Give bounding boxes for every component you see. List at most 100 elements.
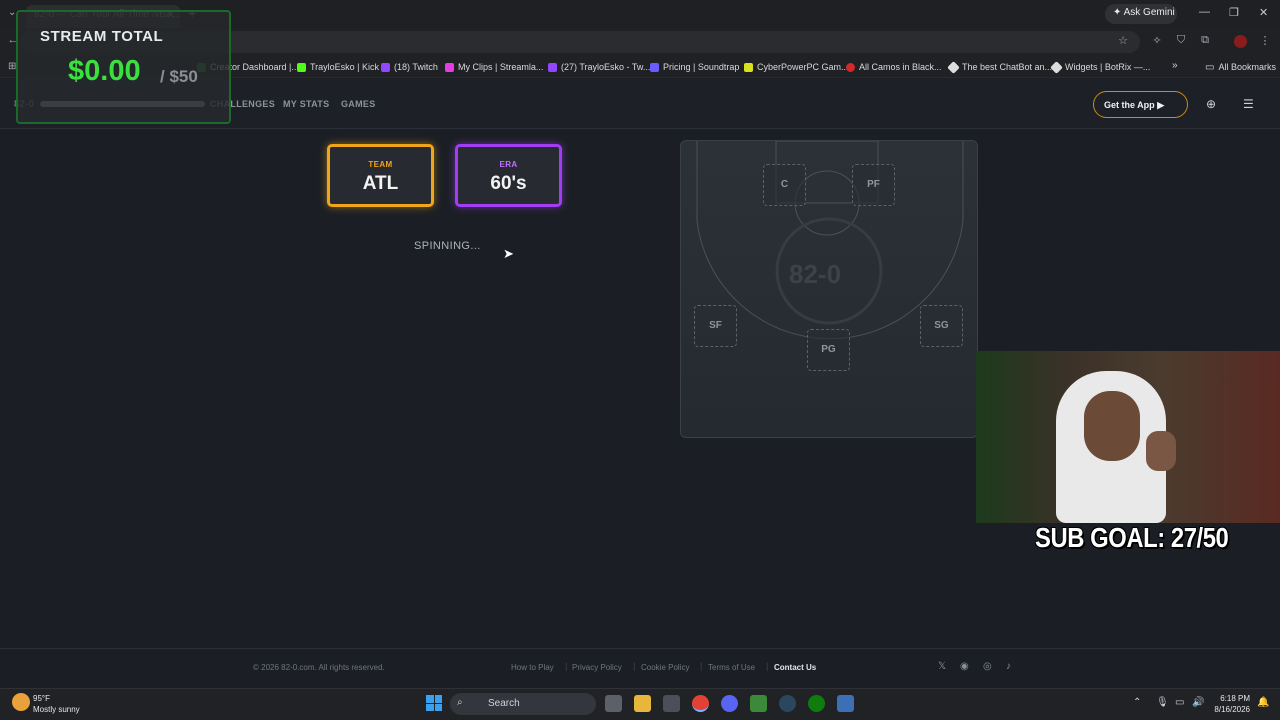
- task-view-icon[interactable]: [605, 695, 622, 712]
- discord-app-icon[interactable]: [721, 695, 738, 712]
- taskbar-time[interactable]: 6:18 PM: [1212, 694, 1250, 703]
- bookmark-item[interactable]: My Clips | Streamla...: [445, 60, 543, 74]
- extension-icon[interactable]: ✧: [1150, 34, 1164, 48]
- notification-bell-icon[interactable]: 🔔: [1257, 697, 1269, 708]
- bookmark-item[interactable]: (18) Twitch: [381, 60, 438, 74]
- steam-icon[interactable]: [779, 695, 796, 712]
- minimize-icon[interactable]: —: [1199, 6, 1210, 18]
- bookmark-label: TrayloEsko | Kick: [310, 62, 380, 72]
- weather-sun-icon[interactable]: [12, 693, 30, 711]
- nav-my-stats[interactable]: MY STATS: [283, 99, 329, 109]
- restore-icon[interactable]: ❐: [1229, 6, 1239, 19]
- bookmark-label: Widgets | BotRix —...: [1065, 62, 1151, 72]
- position-slot-pg[interactable]: PG: [807, 329, 850, 371]
- bookmark-item[interactable]: (27) TrayloEsko - Tw...: [548, 60, 650, 74]
- discord-icon[interactable]: ◉: [960, 661, 969, 672]
- bookmark-label: (18) Twitch: [394, 62, 438, 72]
- taskbar-date[interactable]: 8/16/2026: [1212, 705, 1250, 714]
- search-icon: ⌕: [457, 697, 463, 708]
- position-slot-sf[interactable]: SF: [694, 305, 737, 347]
- twitch-icon: [548, 62, 557, 72]
- file-explorer-icon[interactable]: [634, 695, 651, 712]
- tray-chevron-up-icon[interactable]: ⌃: [1133, 697, 1141, 708]
- era-value: 60's: [490, 173, 527, 194]
- bookmark-item[interactable]: Pricing | Soundtrap: [650, 60, 739, 74]
- globe-icon[interactable]: ⊕: [1206, 97, 1216, 111]
- footer-cookie-policy[interactable]: Cookie Policy: [641, 663, 689, 672]
- play-store-icon: ▶: [1157, 100, 1165, 110]
- network-icon[interactable]: ▭: [1175, 697, 1184, 708]
- bookmark-item[interactable]: All Camos in Black...: [846, 60, 942, 74]
- sub-goal-text: SUB GOAL: 27/50: [1035, 522, 1229, 553]
- app-icon[interactable]: [837, 695, 854, 712]
- botrix-icon: [1050, 60, 1063, 74]
- cyberpower-icon: [744, 62, 753, 72]
- team-card: TEAM ATL: [327, 144, 434, 207]
- footer-copyright: © 2026 82-0.com. All rights reserved.: [253, 663, 385, 672]
- position-slot-sg[interactable]: SG: [920, 305, 963, 347]
- footer-divider: |: [565, 661, 568, 671]
- footer-divider: |: [700, 661, 703, 671]
- folder-icon: ▭: [1205, 61, 1215, 73]
- bookmark-item[interactable]: TrayloEsko | Kick: [297, 60, 379, 74]
- close-window-icon[interactable]: ✕: [1259, 6, 1268, 19]
- ask-gemini-button[interactable]: ✦ Ask Gemini: [1105, 4, 1177, 24]
- court-lines: [696, 141, 964, 340]
- chrome-icon[interactable]: [692, 695, 709, 712]
- bookmark-item[interactable]: Widgets | BotRix —...: [1050, 60, 1151, 74]
- weather-temperature: 95°F: [33, 694, 50, 703]
- twitch-icon: [381, 62, 390, 72]
- microsoft-store-icon[interactable]: [663, 695, 680, 712]
- position-slot-c[interactable]: C: [763, 164, 806, 206]
- xbox-icon[interactable]: [808, 695, 825, 712]
- footer-terms-of-use[interactable]: Terms of Use: [708, 663, 755, 672]
- microphone-icon[interactable]: 🎙: [1156, 697, 1169, 708]
- hamburger-menu-icon[interactable]: ☰: [1243, 97, 1254, 111]
- get-the-app-button[interactable]: Get the App ▶: [1093, 91, 1188, 118]
- camo-icon: [846, 62, 855, 72]
- windows-start-icon[interactable]: [426, 695, 442, 711]
- bookmark-label: Pricing | Soundtrap: [663, 62, 740, 72]
- bookmark-label: All Camos in Black...: [859, 62, 942, 72]
- stream-total-progress-bar: [40, 101, 205, 107]
- footer-privacy-policy[interactable]: Privacy Policy: [572, 663, 622, 672]
- spinning-status: SPINNING...: [414, 240, 481, 252]
- minecraft-icon[interactable]: [750, 695, 767, 712]
- site-footer: [0, 648, 1280, 688]
- stream-total-title: STREAM TOTAL: [40, 28, 164, 45]
- court-watermark-logo: 82-0: [789, 259, 842, 289]
- get-app-label: Get the App: [1104, 100, 1155, 110]
- bookmark-star-icon[interactable]: ☆: [1116, 34, 1130, 48]
- streamer-face: [1084, 391, 1140, 461]
- team-label: TEAM: [368, 160, 393, 169]
- chevron-right-icon[interactable]: »: [1172, 60, 1178, 71]
- streamladder-icon: [445, 62, 454, 72]
- chatbot-icon: [947, 60, 960, 74]
- taskbar-search-box[interactable]: Search: [450, 693, 596, 715]
- weather-description: Mostly sunny: [33, 705, 80, 714]
- streamer-hand: [1146, 431, 1176, 471]
- menu-kebab-icon[interactable]: ⋮: [1258, 34, 1272, 48]
- profile-avatar[interactable]: [1234, 35, 1247, 48]
- volume-icon[interactable]: 🔊: [1192, 697, 1204, 708]
- footer-divider: |: [766, 661, 769, 671]
- basketball-court: 82-0: [680, 140, 978, 438]
- position-slot-pf[interactable]: PF: [852, 164, 895, 206]
- kick-icon: [297, 62, 306, 72]
- nav-games[interactable]: GAMES: [341, 99, 376, 109]
- footer-how-to-play[interactable]: How to Play: [511, 663, 554, 672]
- stream-total-amount: $0.00: [68, 55, 141, 87]
- shield-icon[interactable]: ⛉: [1174, 34, 1188, 48]
- all-bookmarks-folder[interactable]: ▭ All Bookmarks: [1205, 60, 1276, 74]
- tiktok-icon[interactable]: ♪: [1006, 661, 1011, 672]
- stream-total-goal: / $50: [160, 67, 198, 86]
- bookmark-label: My Clips | Streamla...: [458, 62, 544, 72]
- bookmark-item[interactable]: CyberPowerPC Gam...: [744, 60, 849, 74]
- bookmark-label: The best ChatBot an...: [962, 62, 1053, 72]
- footer-contact-us[interactable]: Contact Us: [774, 663, 816, 672]
- x-twitter-icon[interactable]: 𝕏: [938, 661, 946, 672]
- bookmark-item[interactable]: The best ChatBot an...: [947, 60, 1053, 74]
- ask-gemini-label: Ask Gemini: [1123, 7, 1175, 18]
- extensions-puzzle-icon[interactable]: ⧉: [1198, 34, 1212, 48]
- instagram-icon[interactable]: ◎: [983, 661, 992, 672]
